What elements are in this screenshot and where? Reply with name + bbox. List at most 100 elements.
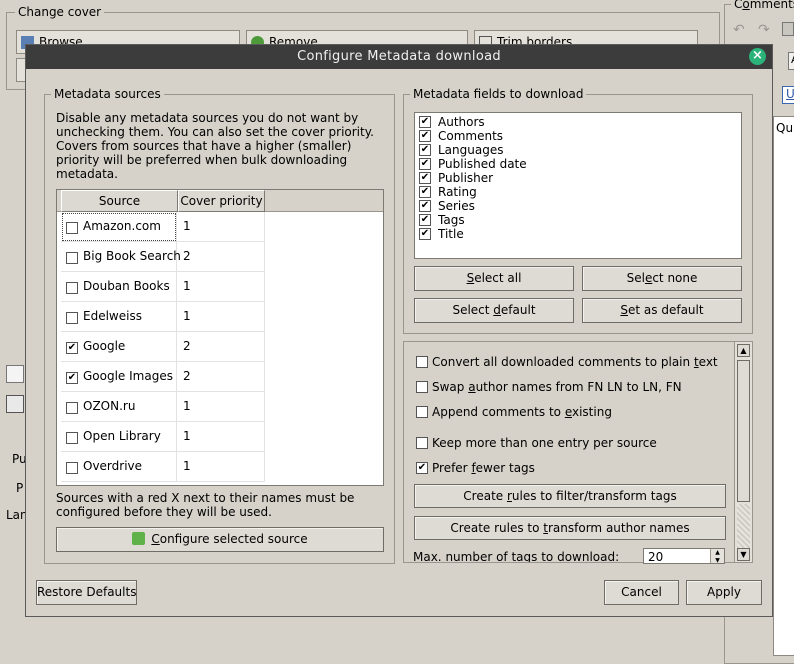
restore-defaults-button[interactable]: Restore Defaults (36, 580, 137, 605)
sources-table[interactable]: Source Cover priority Amazon.com 1 Big Boo… (56, 189, 384, 486)
prefer-fewer-tags-label: Prefer fewer tags (432, 461, 535, 475)
metadata-fields-title: Metadata fields to download (410, 87, 587, 101)
configure-source-button[interactable]: Configure selected source (56, 527, 384, 552)
table-row[interactable]: Overdrive 1 (61, 452, 265, 482)
source-checkbox[interactable] (66, 402, 78, 414)
source-cell[interactable]: Google (61, 332, 177, 362)
priority-cell[interactable]: 1 (177, 302, 265, 332)
table-row[interactable]: Big Book Search 2 (61, 242, 265, 272)
cancel-button[interactable]: Cancel (604, 580, 679, 605)
comments-editor[interactable]: Qui (773, 116, 794, 656)
field-checkbox[interactable] (419, 172, 431, 184)
priority-cell[interactable]: 2 (177, 242, 265, 272)
close-icon[interactable]: × (749, 48, 766, 65)
source-checkbox[interactable] (66, 372, 78, 384)
field-checkbox[interactable] (419, 228, 431, 240)
set-as-default-u: S (620, 303, 629, 317)
source-checkbox[interactable] (66, 462, 78, 474)
source-name: Google (83, 339, 126, 353)
source-cell[interactable]: Douban Books (61, 272, 177, 302)
spin-arrows-icon[interactable]: ▲ ▼ (710, 549, 724, 563)
priority-cell[interactable]: 1 (177, 392, 265, 422)
rules-tags-button[interactable]: Create rules to filter/transform tags (414, 484, 726, 508)
options-panel[interactable]: Convert all downloaded comments to plain… (403, 341, 753, 563)
source-cell[interactable]: Open Library (61, 422, 177, 452)
field-checkbox[interactable] (419, 158, 431, 170)
field-label: Rating (438, 185, 477, 199)
source-checkbox[interactable] (66, 252, 78, 264)
max-tags-value: 20 (648, 550, 664, 564)
priority-cell[interactable]: 1 (177, 272, 265, 302)
source-cell[interactable]: Big Book Search (61, 242, 181, 272)
swap-authors-checkbox[interactable] (416, 381, 428, 393)
select-none-button[interactable]: Select none (582, 266, 742, 291)
left-book-icon[interactable] (6, 365, 24, 383)
field-checkbox[interactable] (419, 200, 431, 212)
apply-button[interactable]: Apply (686, 580, 762, 605)
prefer-fewer-tags-checkbox[interactable] (416, 462, 428, 474)
append-comments-checkbox[interactable] (416, 406, 428, 418)
source-name: Edelweiss (83, 309, 142, 323)
max-tags-spinbox[interactable]: 20 ▲ ▼ (643, 548, 725, 564)
field-checkbox[interactable] (419, 116, 431, 128)
priority-value: 1 (183, 429, 191, 443)
source-name: Douban Books (83, 279, 170, 293)
field-checkbox[interactable] (419, 186, 431, 198)
priority-value: 2 (183, 249, 191, 263)
header-cover-priority[interactable]: Cover priority (178, 190, 265, 212)
field-label: Languages (438, 143, 504, 157)
source-checkbox[interactable] (66, 222, 78, 234)
fields-list[interactable]: AuthorsCommentsLanguagesPublished datePu… (414, 112, 742, 259)
options-scrollbar[interactable]: ▲ ▼ (734, 342, 752, 562)
field-checkbox[interactable] (419, 214, 431, 226)
source-checkbox[interactable] (66, 432, 78, 444)
puzzle-icon (132, 532, 146, 545)
configure-source-post: onfigure selected source (159, 532, 308, 546)
redo-icon[interactable]: ↷ (758, 22, 774, 38)
comments-toolbar-icon[interactable] (782, 22, 794, 36)
field-checkbox[interactable] (419, 144, 431, 156)
dialog-titlebar[interactable]: Configure Metadata download × (26, 45, 772, 69)
priority-cell[interactable]: 2 (177, 332, 265, 362)
comments-format-box[interactable]: A (788, 52, 794, 70)
select-none-post: ct none (652, 271, 698, 285)
scroll-thumb[interactable] (737, 360, 750, 502)
table-row[interactable]: Edelweiss 1 (61, 302, 265, 332)
table-row[interactable]: Amazon.com 1 (61, 212, 265, 242)
select-default-pre: Select (452, 303, 494, 317)
table-row[interactable]: Google Images 2 (61, 362, 265, 392)
source-checkbox[interactable] (66, 282, 78, 294)
keep-multiple-checkbox[interactable] (416, 437, 428, 449)
table-row[interactable]: Douban Books 1 (61, 272, 265, 302)
sources-table-header: Source Cover priority (57, 190, 383, 212)
priority-cell[interactable]: 1 (177, 422, 265, 452)
priority-value: 1 (183, 399, 191, 413)
scroll-down-icon[interactable]: ▼ (737, 548, 750, 561)
source-checkbox[interactable] (66, 342, 78, 354)
table-row[interactable]: OZON.ru 1 (61, 392, 265, 422)
convert-comments-checkbox[interactable] (416, 356, 428, 368)
scroll-up-icon[interactable]: ▲ (737, 344, 750, 357)
undo-icon[interactable]: ↶ (733, 22, 749, 38)
select-all-button[interactable]: Select all (414, 266, 574, 291)
source-cell[interactable]: Google Images (61, 362, 177, 392)
table-row[interactable]: Google 2 (61, 332, 265, 362)
source-checkbox[interactable] (66, 312, 78, 324)
rules-authors-button[interactable]: Create rules to transform author names (414, 516, 726, 540)
priority-cell[interactable]: 1 (177, 452, 265, 482)
priority-cell[interactable]: 1 (177, 212, 265, 242)
select-default-button[interactable]: Select default (414, 298, 574, 323)
side-label-p: P (16, 481, 24, 495)
set-as-default-button[interactable]: Set as default (582, 298, 742, 323)
scroll-track[interactable] (737, 504, 750, 548)
left-paste-icon[interactable] (6, 395, 24, 413)
field-checkbox[interactable] (419, 130, 431, 142)
source-cell[interactable]: Amazon.com (61, 212, 177, 242)
priority-cell[interactable]: 2 (177, 362, 265, 392)
table-row[interactable]: Open Library 1 (61, 422, 265, 452)
source-cell[interactable]: Overdrive (61, 452, 177, 482)
header-source[interactable]: Source (61, 190, 178, 212)
comments-link-box[interactable]: U (782, 86, 794, 104)
source-cell[interactable]: Edelweiss (61, 302, 177, 332)
source-cell[interactable]: OZON.ru (61, 392, 177, 422)
